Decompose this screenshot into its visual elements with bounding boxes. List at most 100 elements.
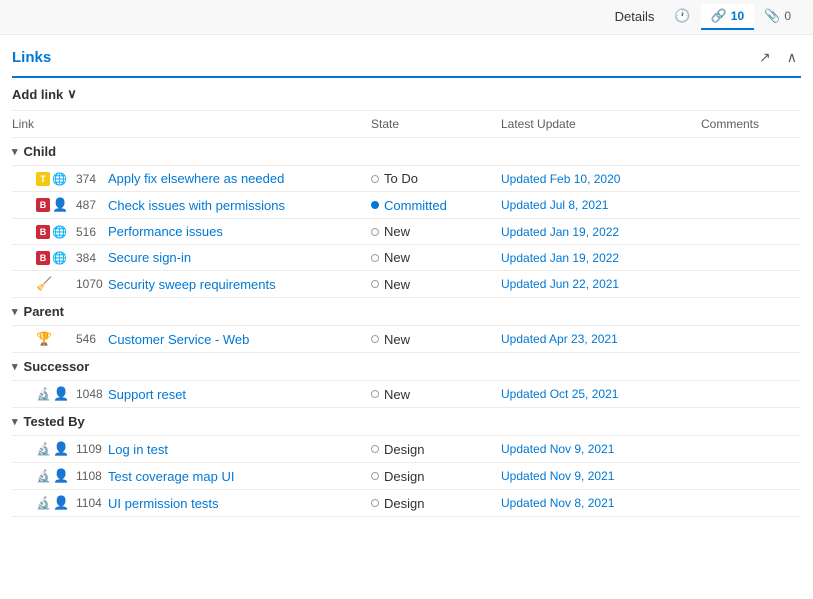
- section-child[interactable]: ▾ Child: [12, 138, 801, 166]
- state-dot: [371, 445, 379, 453]
- col-comments: Comments: [701, 117, 801, 131]
- chevron-successor: ▾: [12, 360, 18, 373]
- state-cell: New: [371, 387, 501, 402]
- table-row: T🌐 374 Apply fix elsewhere as needed To …: [12, 166, 801, 192]
- update-cell[interactable]: Updated Apr 23, 2021: [501, 332, 701, 346]
- link-title[interactable]: Test coverage map UI: [108, 469, 234, 484]
- update-cell[interactable]: Updated Oct 25, 2021: [501, 387, 701, 401]
- update-cell[interactable]: Updated Nov 8, 2021: [501, 496, 701, 510]
- tab-links[interactable]: 🔗 10: [701, 4, 755, 30]
- add-link-chevron: ∨: [67, 86, 77, 102]
- update-cell[interactable]: Updated Nov 9, 2021: [501, 469, 701, 483]
- chevron-child: ▾: [12, 145, 18, 158]
- section-label-child: Child: [24, 144, 57, 159]
- section-successor[interactable]: ▾ Successor: [12, 353, 801, 381]
- update-cell[interactable]: Updated Jan 19, 2022: [501, 225, 701, 239]
- avatar: 👤: [53, 386, 69, 402]
- link-icons: 🔬👤: [36, 495, 72, 511]
- state-dot: [371, 228, 379, 236]
- state-dot: [371, 390, 379, 398]
- update-cell[interactable]: Updated Jan 19, 2022: [501, 251, 701, 265]
- table-row: 🔬👤 1108 Test coverage map UI Design Upda…: [12, 463, 801, 490]
- links-header: Links ↗ ∧: [12, 35, 801, 78]
- update-cell[interactable]: Updated Jul 8, 2021: [501, 198, 701, 212]
- link-title[interactable]: UI permission tests: [108, 496, 219, 511]
- type-icon-bug: B: [36, 198, 50, 212]
- extra-icon: 🔬: [36, 442, 51, 456]
- link-id: 1108: [76, 469, 104, 483]
- link-icons: 🔬👤: [36, 468, 72, 484]
- state-cell: Design: [371, 469, 501, 484]
- section-label-tested-by: Tested By: [24, 414, 85, 429]
- link-icons: B👤: [36, 197, 72, 213]
- links-title: Links: [12, 49, 51, 66]
- link-title[interactable]: Support reset: [108, 387, 186, 402]
- update-cell[interactable]: Updated Feb 10, 2020: [501, 172, 701, 186]
- link-id: 374: [76, 172, 104, 186]
- update-cell[interactable]: Updated Nov 9, 2021: [501, 442, 701, 456]
- link-cell: 🔬👤 1048 Support reset: [36, 386, 371, 402]
- globe-icon: 🌐: [52, 225, 67, 239]
- section-label-parent: Parent: [24, 304, 64, 319]
- sections-container: ▾ Child T🌐 374 Apply fix elsewhere as ne…: [12, 138, 801, 517]
- state-label: New: [384, 332, 410, 347]
- trophy-icon: 🏆: [36, 331, 52, 347]
- link-icons: B🌐: [36, 225, 72, 239]
- history-icon: 🕐: [674, 8, 690, 24]
- globe-icon: 🌐: [52, 251, 67, 265]
- state-cell: New: [371, 277, 501, 292]
- link-id: 487: [76, 198, 104, 212]
- state-dot: [371, 201, 379, 209]
- state-cell: New: [371, 250, 501, 265]
- link-cell: B🌐 384 Secure sign-in: [36, 250, 371, 265]
- state-cell: Design: [371, 442, 501, 457]
- section-parent[interactable]: ▾ Parent: [12, 298, 801, 326]
- section-tested-by[interactable]: ▾ Tested By: [12, 408, 801, 436]
- link-icons: 🔬👤: [36, 386, 72, 402]
- extra-icon: 🔬: [36, 496, 51, 510]
- state-dot: [371, 254, 379, 262]
- link-title[interactable]: Log in test: [108, 442, 168, 457]
- type-icon-bug: B: [36, 225, 50, 239]
- link-cell: 🏆 546 Customer Service - Web: [36, 331, 371, 347]
- tab-attachments[interactable]: 📎 0: [754, 4, 801, 30]
- add-link-button[interactable]: Add link ∨: [12, 86, 77, 102]
- details-label: Details: [615, 9, 655, 24]
- state-cell: Design: [371, 496, 501, 511]
- link-icons: B🌐: [36, 251, 72, 265]
- links-actions: ↗ ∧: [755, 47, 801, 68]
- state-dot: [371, 472, 379, 480]
- link-title[interactable]: Performance issues: [108, 224, 223, 239]
- link-title[interactable]: Apply fix elsewhere as needed: [108, 171, 284, 186]
- extra-icon: 🔬: [36, 469, 51, 483]
- tab-history[interactable]: 🕐: [664, 4, 700, 30]
- state-cell: New: [371, 332, 501, 347]
- link-title[interactable]: Check issues with permissions: [108, 198, 285, 213]
- link-title[interactable]: Security sweep requirements: [108, 277, 276, 292]
- link-cell: T🌐 374 Apply fix elsewhere as needed: [36, 171, 371, 186]
- link-id: 1048: [76, 387, 104, 401]
- table-row: 🧹 1070 Security sweep requirements New U…: [12, 271, 801, 298]
- collapse-button[interactable]: ∧: [783, 47, 801, 68]
- link-icons: 🏆: [36, 331, 72, 347]
- state-dot: [371, 280, 379, 288]
- update-cell[interactable]: Updated Jun 22, 2021: [501, 277, 701, 291]
- link-id: 516: [76, 225, 104, 239]
- section-label-successor: Successor: [24, 359, 90, 374]
- link-icons: 🔬👤: [36, 441, 72, 457]
- avatar: 👤: [53, 495, 69, 511]
- col-state: State: [371, 117, 501, 131]
- table-row: B🌐 516 Performance issues New Updated Ja…: [12, 219, 801, 245]
- avatar: 👤: [52, 197, 68, 213]
- avatar: 👤: [53, 441, 69, 457]
- link-title[interactable]: Customer Service - Web: [108, 332, 249, 347]
- link-title[interactable]: Secure sign-in: [108, 250, 191, 265]
- link-icons: T🌐: [36, 172, 72, 186]
- state-label: Design: [384, 496, 424, 511]
- tab-details[interactable]: Details: [605, 5, 665, 30]
- type-icon-task: T: [36, 172, 50, 186]
- expand-button[interactable]: ↗: [755, 47, 775, 68]
- chevron-parent: ▾: [12, 305, 18, 318]
- table-row: 🔬👤 1048 Support reset New Updated Oct 25…: [12, 381, 801, 408]
- attachments-icon: 📎: [764, 8, 780, 24]
